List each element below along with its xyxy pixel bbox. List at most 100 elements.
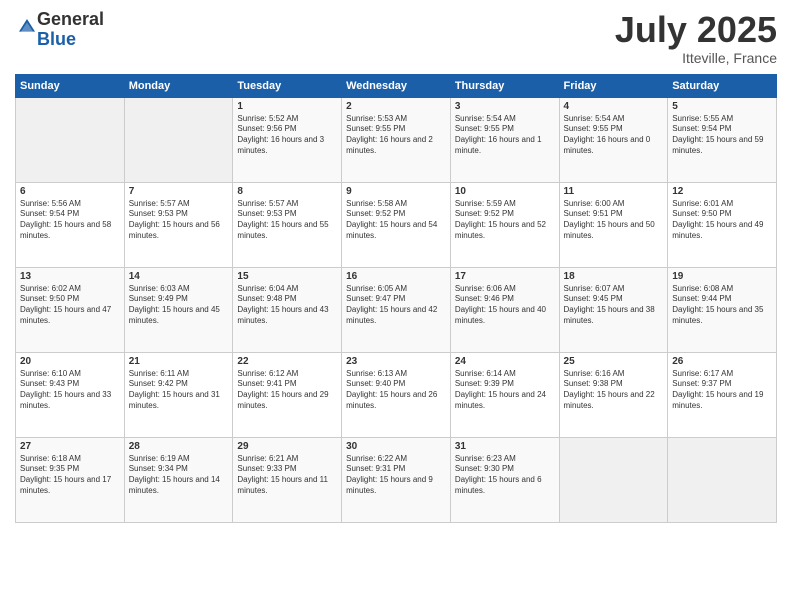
calendar-cell: 13Sunrise: 6:02 AMSunset: 9:50 PMDayligh… xyxy=(16,267,125,352)
day-number: 7 xyxy=(129,186,229,197)
title-block: July 2025 Itteville, France xyxy=(615,10,777,66)
weekday-header: Wednesday xyxy=(342,74,451,97)
cell-content: Sunrise: 6:08 AMSunset: 9:44 PMDaylight:… xyxy=(672,284,772,327)
cell-content: Sunrise: 6:00 AMSunset: 9:51 PMDaylight:… xyxy=(564,199,664,242)
cell-content: Sunrise: 6:13 AMSunset: 9:40 PMDaylight:… xyxy=(346,369,446,412)
cell-content: Sunrise: 6:14 AMSunset: 9:39 PMDaylight:… xyxy=(455,369,555,412)
calendar-week-row: 6Sunrise: 5:56 AMSunset: 9:54 PMDaylight… xyxy=(16,182,777,267)
day-number: 13 xyxy=(20,271,120,282)
day-number: 29 xyxy=(237,441,337,452)
calendar-cell: 30 Sunrise: 6:22 AMSunset: 9:31 PMDayligh… xyxy=(342,437,451,522)
calendar-cell: 29 Sunrise: 6:21 AMSunset: 9:33 PMDayligh… xyxy=(233,437,342,522)
calendar-cell: 25 Sunrise: 6:16 AMSunset: 9:38 PMDayligh… xyxy=(559,352,668,437)
cell-content: Sunrise: 6:04 AMSunset: 9:48 PMDaylight:… xyxy=(237,284,337,327)
calendar-cell: 11 Sunrise: 6:00 AMSunset: 9:51 PMDayligh… xyxy=(559,182,668,267)
day-number: 18 xyxy=(564,271,664,282)
calendar-cell: 10 Sunrise: 5:59 AMSunset: 9:52 PMDayligh… xyxy=(450,182,559,267)
logo-icon xyxy=(17,17,37,37)
cell-content: Sunrise: 6:03 AMSunset: 9:49 PMDaylight:… xyxy=(129,284,229,327)
calendar-cell: 8Sunrise: 5:57 AMSunset: 9:53 PMDaylight… xyxy=(233,182,342,267)
calendar-week-row: 20Sunrise: 6:10 AMSunset: 9:43 PMDayligh… xyxy=(16,352,777,437)
day-number: 2 xyxy=(346,101,446,112)
cell-content: Sunrise: 5:56 AMSunset: 9:54 PMDaylight:… xyxy=(20,199,120,242)
day-number: 28 xyxy=(129,441,229,452)
day-number: 30 xyxy=(346,441,446,452)
cell-content: Sunrise: 6:23 AMSunset: 9:30 PMDaylight:… xyxy=(455,454,555,497)
cell-content: Sunrise: 6:17 AMSunset: 9:37 PMDaylight:… xyxy=(672,369,772,412)
calendar-cell: 9 Sunrise: 5:58 AMSunset: 9:52 PMDaylight… xyxy=(342,182,451,267)
day-number: 21 xyxy=(129,356,229,367)
calendar-cell: 27Sunrise: 6:18 AMSunset: 9:35 PMDayligh… xyxy=(16,437,125,522)
calendar-cell: 5 Sunrise: 5:55 AMSunset: 9:54 PMDaylight… xyxy=(668,97,777,182)
calendar-week-row: 27Sunrise: 6:18 AMSunset: 9:35 PMDayligh… xyxy=(16,437,777,522)
calendar-table: SundayMondayTuesdayWednesdayThursdayFrid… xyxy=(15,74,777,523)
calendar-cell: 15 Sunrise: 6:04 AMSunset: 9:48 PMDayligh… xyxy=(233,267,342,352)
day-number: 4 xyxy=(564,101,664,112)
day-number: 10 xyxy=(455,186,555,197)
calendar-cell: 26 Sunrise: 6:17 AMSunset: 9:37 PMDayligh… xyxy=(668,352,777,437)
cell-content: Sunrise: 5:54 AMSunset: 9:55 PMDaylight:… xyxy=(455,114,555,157)
calendar-cell xyxy=(16,97,125,182)
day-number: 17 xyxy=(455,271,555,282)
cell-content: Sunrise: 6:19 AMSunset: 9:34 PMDaylight:… xyxy=(129,454,229,497)
calendar-cell: 1Sunrise: 5:52 AMSunset: 9:56 PMDaylight… xyxy=(233,97,342,182)
day-number: 27 xyxy=(20,441,120,452)
day-number: 9 xyxy=(346,186,446,197)
cell-content: Sunrise: 6:06 AMSunset: 9:46 PMDaylight:… xyxy=(455,284,555,327)
logo-blue: Blue xyxy=(37,29,76,49)
calendar-cell: 21Sunrise: 6:11 AMSunset: 9:42 PMDayligh… xyxy=(124,352,233,437)
cell-content: Sunrise: 6:12 AMSunset: 9:41 PMDaylight:… xyxy=(237,369,337,412)
cell-content: Sunrise: 6:01 AMSunset: 9:50 PMDaylight:… xyxy=(672,199,772,242)
day-number: 31 xyxy=(455,441,555,452)
day-number: 26 xyxy=(672,356,772,367)
calendar-cell: 3Sunrise: 5:54 AMSunset: 9:55 PMDaylight… xyxy=(450,97,559,182)
header: General Blue July 2025 Itteville, France xyxy=(15,10,777,66)
logo-text: General Blue xyxy=(37,10,104,50)
cell-content: Sunrise: 6:21 AMSunset: 9:33 PMDaylight:… xyxy=(237,454,337,497)
day-number: 11 xyxy=(564,186,664,197)
cell-content: Sunrise: 5:55 AMSunset: 9:54 PMDaylight:… xyxy=(672,114,772,157)
day-number: 16 xyxy=(346,271,446,282)
calendar-cell: 18Sunrise: 6:07 AMSunset: 9:45 PMDayligh… xyxy=(559,267,668,352)
calendar-cell xyxy=(668,437,777,522)
weekday-header-row: SundayMondayTuesdayWednesdayThursdayFrid… xyxy=(16,74,777,97)
day-number: 25 xyxy=(564,356,664,367)
calendar-cell: 31 Sunrise: 6:23 AMSunset: 9:30 PMDayligh… xyxy=(450,437,559,522)
day-number: 15 xyxy=(237,271,337,282)
day-number: 24 xyxy=(455,356,555,367)
day-number: 1 xyxy=(237,101,337,112)
weekday-header: Tuesday xyxy=(233,74,342,97)
logo: General Blue xyxy=(15,10,104,50)
day-number: 19 xyxy=(672,271,772,282)
weekday-header: Sunday xyxy=(16,74,125,97)
calendar-week-row: 13Sunrise: 6:02 AMSunset: 9:50 PMDayligh… xyxy=(16,267,777,352)
calendar-cell: 19 Sunrise: 6:08 AMSunset: 9:44 PMDayligh… xyxy=(668,267,777,352)
calendar-cell: 12 Sunrise: 6:01 AMSunset: 9:50 PMDayligh… xyxy=(668,182,777,267)
calendar-cell: 14 Sunrise: 6:03 AMSunset: 9:49 PMDayligh… xyxy=(124,267,233,352)
cell-content: Sunrise: 5:59 AMSunset: 9:52 PMDaylight:… xyxy=(455,199,555,242)
day-number: 12 xyxy=(672,186,772,197)
cell-content: Sunrise: 6:16 AMSunset: 9:38 PMDaylight:… xyxy=(564,369,664,412)
cell-content: Sunrise: 6:10 AMSunset: 9:43 PMDaylight:… xyxy=(20,369,120,412)
calendar-cell: 24 Sunrise: 6:14 AMSunset: 9:39 PMDayligh… xyxy=(450,352,559,437)
calendar-cell: 7 Sunrise: 5:57 AMSunset: 9:53 PMDaylight… xyxy=(124,182,233,267)
calendar-cell: 23 Sunrise: 6:13 AMSunset: 9:40 PMDayligh… xyxy=(342,352,451,437)
calendar-cell: 17 Sunrise: 6:06 AMSunset: 9:46 PMDayligh… xyxy=(450,267,559,352)
calendar-cell: 2 Sunrise: 5:53 AMSunset: 9:55 PMDaylight… xyxy=(342,97,451,182)
month-title: July 2025 xyxy=(615,10,777,50)
day-number: 23 xyxy=(346,356,446,367)
day-number: 22 xyxy=(237,356,337,367)
calendar-page: General Blue July 2025 Itteville, France… xyxy=(0,0,792,612)
calendar-cell xyxy=(124,97,233,182)
calendar-cell: 4Sunrise: 5:54 AMSunset: 9:55 PMDaylight… xyxy=(559,97,668,182)
cell-content: Sunrise: 6:22 AMSunset: 9:31 PMDaylight:… xyxy=(346,454,446,497)
day-number: 14 xyxy=(129,271,229,282)
day-number: 5 xyxy=(672,101,772,112)
cell-content: Sunrise: 5:53 AMSunset: 9:55 PMDaylight:… xyxy=(346,114,446,157)
logo-general: General xyxy=(37,9,104,29)
cell-content: Sunrise: 5:58 AMSunset: 9:52 PMDaylight:… xyxy=(346,199,446,242)
calendar-week-row: 1Sunrise: 5:52 AMSunset: 9:56 PMDaylight… xyxy=(16,97,777,182)
weekday-header: Saturday xyxy=(668,74,777,97)
cell-content: Sunrise: 5:57 AMSunset: 9:53 PMDaylight:… xyxy=(129,199,229,242)
cell-content: Sunrise: 5:57 AMSunset: 9:53 PMDaylight:… xyxy=(237,199,337,242)
